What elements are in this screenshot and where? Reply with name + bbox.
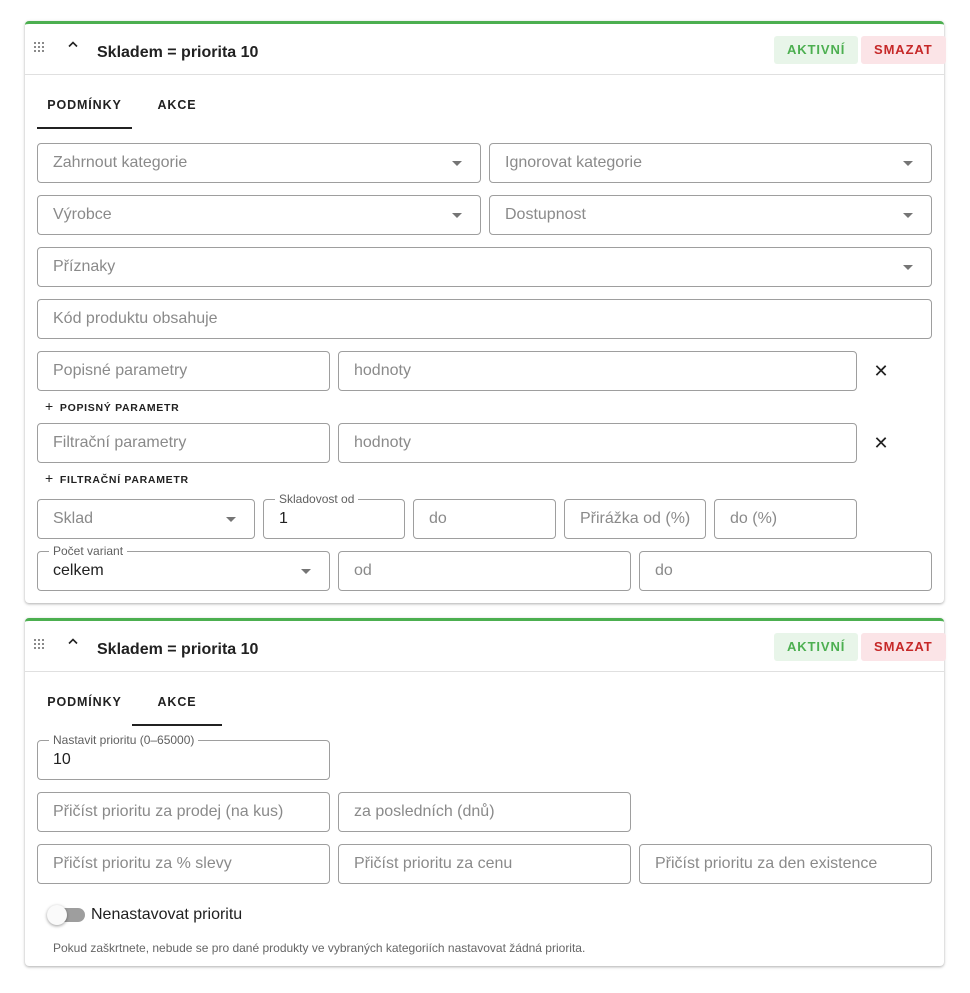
tab-actions[interactable]: AKCE xyxy=(132,81,222,129)
no-priority-toggle[interactable] xyxy=(47,905,87,925)
drag-handle-icon[interactable] xyxy=(34,639,44,651)
rule-card: Skladem = priorita 10 AKTIVNÍ SMAZAT POD… xyxy=(25,618,946,966)
margin-from-input[interactable]: Přirážka od (%) xyxy=(564,499,706,539)
rule-header: Skladem = priorita 10 AKTIVNÍ SMAZAT xyxy=(25,621,946,672)
no-priority-hint: Pokud zaškrtnete, nebude se pro dané pro… xyxy=(53,941,586,955)
no-priority-label: Nenastavovat prioritu xyxy=(91,906,243,923)
last-days-input[interactable]: za posledních (dnů) xyxy=(338,792,631,832)
delete-button[interactable]: SMAZAT xyxy=(861,633,946,661)
drag-handle-icon[interactable] xyxy=(34,42,44,54)
plus-icon: + xyxy=(45,470,54,486)
ignore-categories-select[interactable]: Ignorovat kategorie xyxy=(489,143,932,183)
stock-from-input[interactable]: Skladovost od 1 xyxy=(263,492,405,539)
close-icon[interactable]: ✕ xyxy=(871,433,891,454)
tab-actions[interactable]: AKCE xyxy=(132,678,222,726)
filter-param-input[interactable]: Filtrační parametry xyxy=(37,423,330,463)
variants-to-input[interactable]: do xyxy=(639,551,932,591)
discount-priority-input[interactable]: Přičíst prioritu za % slevy xyxy=(37,844,330,884)
manufacturer-select[interactable]: Výrobce xyxy=(37,195,481,235)
dropdown-arrow-icon xyxy=(452,213,462,218)
chevron-up-icon[interactable] xyxy=(66,635,80,649)
filter-values-input[interactable]: hodnoty xyxy=(338,423,857,463)
include-categories-select[interactable]: Zahrnout kategorie xyxy=(37,143,481,183)
variants-select[interactable]: Počet variant celkem xyxy=(37,544,330,591)
margin-to-input[interactable]: do (%) xyxy=(714,499,857,539)
stock-to-input[interactable]: do xyxy=(413,499,556,539)
dropdown-arrow-icon xyxy=(452,161,462,166)
price-priority-input[interactable]: Přičíst prioritu za cenu xyxy=(338,844,631,884)
desc-param-input[interactable]: Popisné parametry xyxy=(37,351,330,391)
dropdown-arrow-icon xyxy=(903,213,913,218)
rule-title: Skladem = priorita 10 xyxy=(97,641,259,658)
add-filter-param-button[interactable]: + FILTRAČNÍ PARAMETR xyxy=(45,470,189,486)
rule-header: Skladem = priorita 10 AKTIVNÍ SMAZAT xyxy=(25,24,946,75)
active-button[interactable]: AKTIVNÍ xyxy=(774,633,859,661)
sale-priority-input[interactable]: Přičíst prioritu za prodej (na kus) xyxy=(37,792,330,832)
tab-conditions[interactable]: PODMÍNKY xyxy=(37,81,132,129)
dropdown-arrow-icon xyxy=(301,569,311,574)
rule-title: Skladem = priorita 10 xyxy=(97,44,259,61)
rule-card: Skladem = priorita 10 AKTIVNÍ SMAZAT POD… xyxy=(25,21,946,603)
desc-values-input[interactable]: hodnoty xyxy=(338,351,857,391)
flags-select[interactable]: Příznaky xyxy=(37,247,932,287)
product-code-input[interactable]: Kód produktu obsahuje xyxy=(37,299,932,339)
active-button[interactable]: AKTIVNÍ xyxy=(774,36,859,64)
priority-input[interactable]: Nastavit prioritu (0–65000) 10 xyxy=(37,733,330,780)
dropdown-arrow-icon xyxy=(903,161,913,166)
close-icon[interactable]: ✕ xyxy=(871,361,891,382)
variants-from-input[interactable]: od xyxy=(338,551,631,591)
toggle-thumb xyxy=(47,905,67,925)
chevron-up-icon[interactable] xyxy=(66,38,80,52)
dropdown-arrow-icon xyxy=(903,265,913,270)
dropdown-arrow-icon xyxy=(226,517,236,522)
add-desc-param-button[interactable]: + POPISNÝ PARAMETR xyxy=(45,398,179,414)
plus-icon: + xyxy=(45,398,54,414)
tab-conditions[interactable]: PODMÍNKY xyxy=(37,678,132,726)
warehouse-select[interactable]: Sklad xyxy=(37,499,255,539)
availability-select[interactable]: Dostupnost xyxy=(489,195,932,235)
delete-button[interactable]: SMAZAT xyxy=(861,36,946,64)
existence-priority-input[interactable]: Přičíst prioritu za den existence xyxy=(639,844,932,884)
